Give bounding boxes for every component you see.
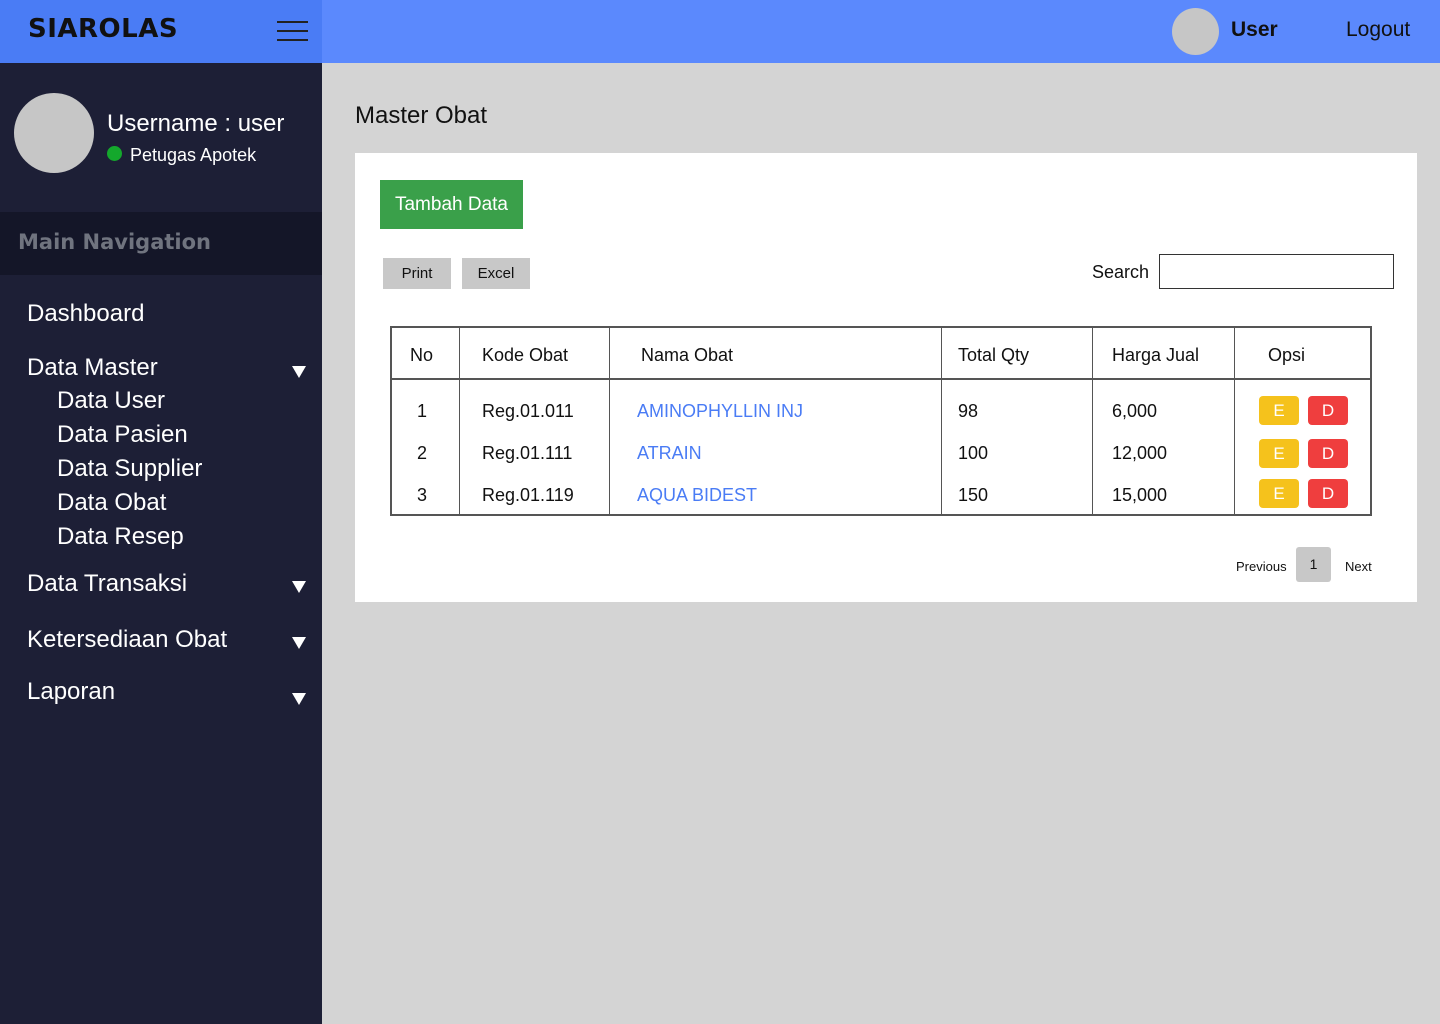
caret-down-icon[interactable] [292, 637, 306, 649]
column-divider [1092, 328, 1093, 514]
pagination-page-current[interactable]: 1 [1296, 547, 1331, 582]
column-header-opsi: Opsi [1268, 345, 1306, 365]
app-title: SIAROLAS [28, 14, 179, 44]
column-header-kode-obat: Kode Obat [482, 345, 569, 365]
cell-harga-jual: 12,000 [1112, 443, 1168, 463]
sidebar-item-data-transaksi[interactable]: Data Transaksi [27, 570, 187, 598]
cell-total-qty: 98 [958, 401, 979, 421]
nav-header-label: Main Navigation [18, 230, 211, 254]
sidebar-subitem-data-pasien[interactable]: Data Pasien [57, 421, 188, 449]
column-header-total-qty: Total Qty [958, 345, 1030, 365]
column-header-no: No [410, 345, 434, 365]
search-label: Search [1092, 262, 1150, 282]
sidebar-avatar [14, 93, 94, 173]
cell-total-qty: 150 [958, 485, 989, 505]
delete-button[interactable]: D [1308, 479, 1348, 508]
cell-nama-obat-link[interactable]: ATRAIN [637, 443, 702, 464]
cell-harga-jual: 15,000 [1112, 485, 1168, 505]
column-divider [941, 328, 942, 514]
sidebar-item-data-master[interactable]: Data Master [27, 354, 158, 382]
cell-no: 1 [417, 401, 428, 421]
pagination-next[interactable]: Next [1345, 559, 1372, 574]
medicine-table: No Kode Obat Nama Obat Total Qty Harga J… [390, 326, 1372, 516]
cell-nama-obat-link[interactable]: AMINOPHYLLIN INJ [637, 401, 803, 422]
cell-kode-obat: Reg.01.011 [482, 401, 574, 421]
sidebar-role: Petugas Apotek [130, 145, 257, 165]
column-divider [1234, 328, 1235, 514]
cell-kode-obat: Reg.01.111 [482, 443, 573, 463]
sidebar-item-ketersediaan-obat[interactable]: Ketersediaan Obat [27, 626, 227, 654]
sidebar-username: Username : user [107, 110, 285, 137]
user-menu-label[interactable]: User [1231, 18, 1278, 42]
caret-down-icon[interactable] [292, 693, 306, 705]
excel-button[interactable]: Excel [462, 258, 530, 289]
hamburger-line [277, 30, 308, 32]
cell-total-qty: 100 [958, 443, 989, 463]
delete-button[interactable]: D [1308, 396, 1348, 425]
sidebar-subitem-data-resep[interactable]: Data Resep [57, 523, 184, 551]
page-title: Master Obat [355, 102, 488, 129]
cell-nama-obat-link[interactable]: AQUA BIDEST [637, 485, 757, 506]
content-panel: Tambah Data Print Excel Search No Kode O… [355, 153, 1417, 602]
topbar: User Logout [322, 0, 1440, 63]
cell-no: 3 [417, 485, 428, 505]
sidebar-subitem-data-supplier[interactable]: Data Supplier [57, 455, 202, 483]
print-button[interactable]: Print [383, 258, 451, 289]
caret-down-icon[interactable] [292, 366, 306, 378]
sidebar-subitem-data-user[interactable]: Data User [57, 387, 165, 415]
column-header-nama-obat: Nama Obat [641, 345, 734, 365]
logout-link[interactable]: Logout [1346, 18, 1410, 42]
sidebar-subitem-data-obat[interactable]: Data Obat [57, 489, 166, 517]
pagination-previous[interactable]: Previous [1236, 559, 1287, 574]
cell-harga-jual: 6,000 [1112, 401, 1158, 421]
sidebar-item-dashboard[interactable]: Dashboard [27, 300, 144, 328]
hamburger-menu-icon[interactable] [277, 21, 308, 41]
online-status-icon [107, 146, 122, 161]
brand-header: SIAROLAS [0, 0, 322, 63]
add-data-button[interactable]: Tambah Data [380, 180, 523, 229]
header-divider [392, 378, 1370, 380]
sidebar: Username : user Petugas Apotek Main Navi… [0, 63, 322, 1024]
edit-button[interactable]: E [1259, 479, 1299, 508]
nav-header: Main Navigation [0, 212, 322, 275]
hamburger-line [277, 21, 308, 23]
hamburger-line [277, 39, 308, 41]
cell-kode-obat: Reg.01.119 [482, 485, 574, 505]
caret-down-icon[interactable] [292, 581, 306, 593]
delete-button[interactable]: D [1308, 439, 1348, 468]
search-input[interactable] [1159, 254, 1394, 289]
sidebar-item-laporan[interactable]: Laporan [27, 678, 115, 706]
column-header-harga-jual: Harga Jual [1112, 345, 1200, 365]
user-avatar[interactable] [1172, 8, 1219, 55]
column-divider [609, 328, 610, 514]
edit-button[interactable]: E [1259, 439, 1299, 468]
cell-no: 2 [417, 443, 428, 463]
edit-button[interactable]: E [1259, 396, 1299, 425]
column-divider [459, 328, 460, 514]
